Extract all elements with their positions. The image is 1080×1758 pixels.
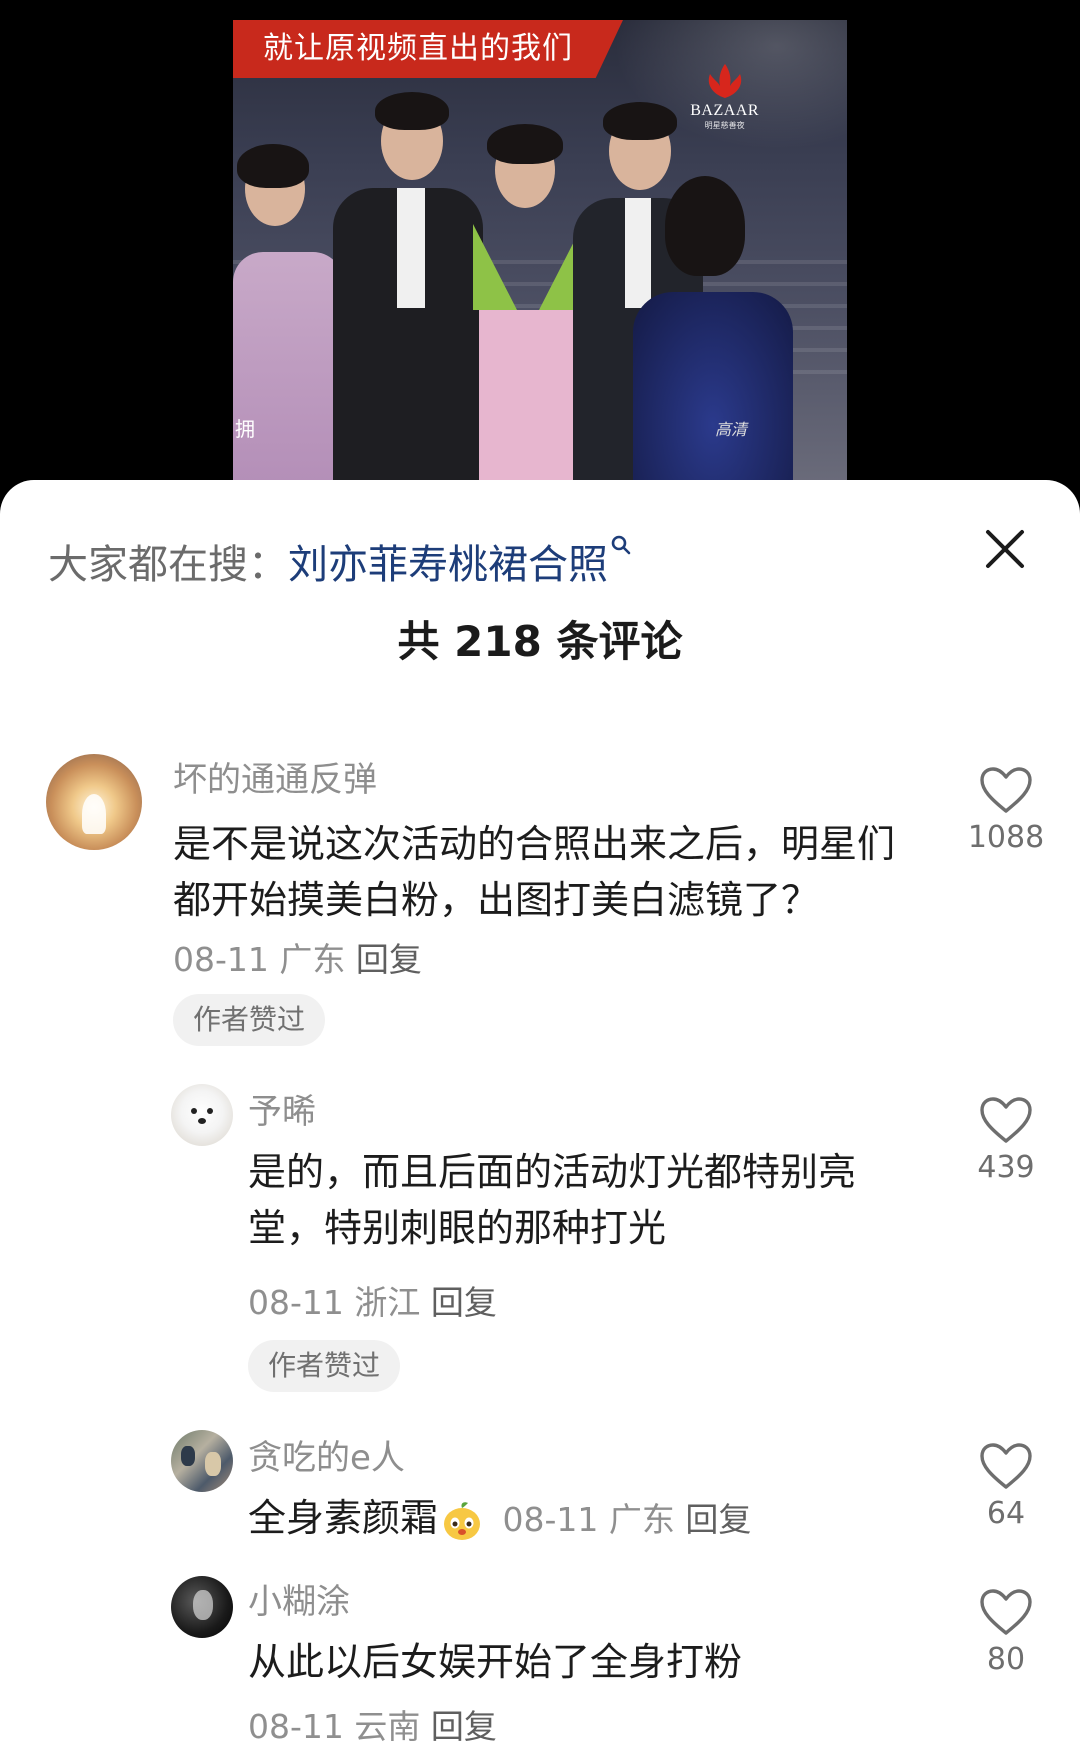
heart-icon[interactable] (979, 1096, 1033, 1144)
logo-text: BAZAAR (690, 102, 759, 119)
figure-right-woman (623, 176, 793, 482)
reply-button[interactable]: 回复 (356, 940, 422, 979)
like-button[interactable]: 439 (960, 1096, 1052, 1185)
figure-center-woman (473, 124, 583, 482)
comment-username[interactable]: 贪吃的e人 (248, 1430, 405, 1479)
corner-caption: 拥 (235, 417, 255, 441)
comment-location: 云南 (354, 1707, 421, 1746)
reply-button[interactable]: 回复 (685, 1500, 751, 1539)
comment-text: 是的，而且后面的活动灯光都特别亮堂，特别刺眼的那种打光 (248, 1144, 898, 1256)
heart-icon[interactable] (979, 1588, 1033, 1636)
comment-location: 广东 (608, 1500, 675, 1539)
close-button[interactable] (980, 524, 1030, 574)
trending-search[interactable]: 大家都在搜：刘亦菲寿桃裙合照 (48, 532, 632, 590)
heart-icon[interactable] (979, 1442, 1033, 1490)
search-icon[interactable] (610, 534, 632, 556)
bazaar-logo-icon (708, 64, 741, 98)
like-count: 439 (977, 1150, 1035, 1185)
reply-button[interactable]: 回复 (431, 1707, 497, 1746)
figure-man-1 (333, 92, 483, 482)
logo-subtext: 明星慈善夜 (704, 121, 745, 130)
heart-icon[interactable] (979, 766, 1033, 814)
bazaar-logo: BAZAAR 明星慈善夜 (690, 64, 759, 131)
like-button[interactable]: 64 (960, 1442, 1052, 1531)
comment-text: 是不是说这次活动的合照出来之后，明星们都开始摸美白粉，出图打美白滤镜了？ 08-… (173, 816, 903, 988)
comment-date: 08-11 (173, 940, 269, 979)
hd-watermark: 高清 (715, 420, 748, 439)
search-prefix: 大家都在搜： (48, 542, 288, 588)
like-count: 64 (986, 1496, 1026, 1531)
author-liked-badge: 作者赞过 (173, 994, 326, 1046)
search-term-link[interactable]: 刘亦菲寿桃裙合照 (288, 542, 608, 588)
comment-body: 是不是说这次活动的合照出来之后，明星们都开始摸美白粉，出图打美白滤镜了？ (173, 822, 896, 922)
comment-location: 浙江 (354, 1283, 421, 1322)
comment-meta: 08-11 浙江 回复 (248, 1276, 497, 1324)
mango-face-emoji (444, 1501, 481, 1540)
comment-sheet: 大家都在搜：刘亦菲寿桃裙合照 共 218 条评论 坏的通通反弹 是不是说这次活动… (0, 480, 1080, 1758)
comment-date: 08-11 (502, 1500, 599, 1539)
comment-body: 全身素颜霜 (248, 1496, 439, 1540)
avatar[interactable] (171, 1084, 233, 1146)
like-count: 80 (986, 1642, 1026, 1677)
comment-count-title: 共 218 条评论 (397, 617, 683, 666)
reply-button[interactable]: 回复 (431, 1283, 497, 1322)
comment-username[interactable]: 予晞 (248, 1084, 316, 1133)
video-banner: 就让原视频直出的我们 (233, 20, 623, 78)
like-button[interactable]: 1088 (960, 766, 1052, 855)
like-count: 1088 (967, 820, 1045, 855)
comment-date: 08-11 (248, 1283, 344, 1322)
video-player[interactable]: 就让原视频直出的我们 BAZAAR 明星慈善夜 拥 高清 (0, 0, 1080, 482)
comment-username[interactable]: 小糊涂 (248, 1574, 350, 1623)
close-icon[interactable] (980, 524, 1030, 574)
comment-username[interactable]: 坏的通通反弹 (173, 752, 377, 801)
comment-meta: 08-11 云南 回复 (248, 1700, 497, 1748)
comment-date: 08-11 (248, 1707, 344, 1746)
avatar[interactable] (171, 1576, 233, 1638)
avatar[interactable] (171, 1430, 233, 1492)
comment-text: 全身素颜霜 08-11 广东 回复 (248, 1490, 898, 1548)
avatar[interactable] (46, 754, 142, 850)
comment-text: 从此以后女娱开始了全身打粉 (248, 1634, 898, 1690)
video-frame[interactable]: 就让原视频直出的我们 BAZAAR 明星慈善夜 拥 高清 (233, 20, 847, 482)
comment-body: 是的，而且后面的活动灯光都特别亮堂，特别刺眼的那种打光 (248, 1150, 857, 1250)
comment-location: 广东 (279, 940, 346, 979)
author-liked-badge: 作者赞过 (248, 1340, 401, 1392)
comment-meta: 08-11 广东 回复 (492, 1500, 752, 1539)
comment-body: 从此以后女娱开始了全身打粉 (248, 1640, 743, 1684)
like-button[interactable]: 80 (960, 1588, 1052, 1677)
